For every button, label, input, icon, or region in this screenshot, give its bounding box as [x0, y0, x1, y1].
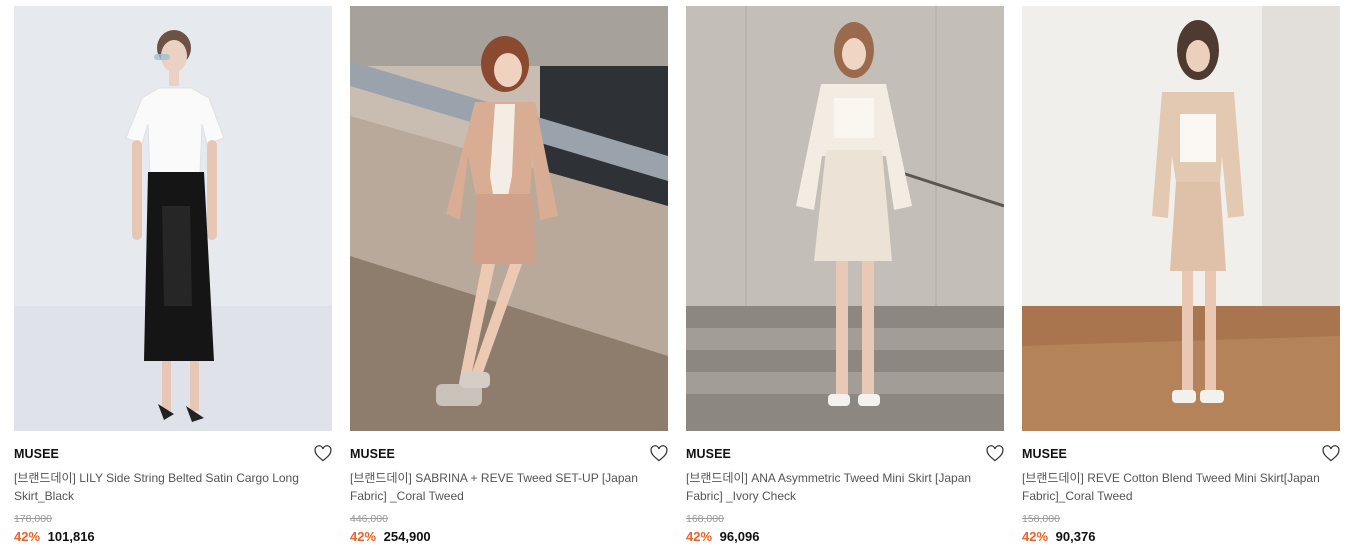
heart-outline-icon[interactable]	[314, 445, 332, 462]
heart-outline-icon[interactable]	[650, 445, 668, 462]
brand-name[interactable]: MUSEE	[1022, 447, 1067, 461]
discount-rate: 42%	[14, 529, 41, 544]
discount-rate: 42%	[686, 529, 713, 544]
product-image[interactable]	[1022, 6, 1340, 431]
product-image[interactable]	[14, 6, 332, 431]
brand-row: MUSEE	[350, 445, 668, 465]
price-row: 42% 90,376	[1022, 529, 1095, 544]
original-price: 446,000	[350, 513, 388, 525]
brand-name[interactable]: MUSEE	[350, 447, 395, 461]
product-card[interactable]: MUSEE [브랜드데이] SABRINA + REVE Tweed SET-U…	[350, 6, 668, 556]
product-grid: MUSEE [브랜드데이] LILY Side String Belted Sa…	[14, 6, 1340, 556]
product-title[interactable]: [브랜드데이] SABRINA + REVE Tweed SET-UP [Jap…	[350, 469, 662, 505]
brand-name[interactable]: MUSEE	[14, 447, 59, 461]
product-title[interactable]: [브랜드데이] LILY Side String Belted Satin Ca…	[14, 469, 326, 505]
brand-row: MUSEE	[1022, 445, 1340, 465]
original-price: 168,000	[686, 513, 724, 525]
discount-rate: 42%	[350, 529, 377, 544]
brand-row: MUSEE	[14, 445, 332, 465]
product-card[interactable]: MUSEE [브랜드데이] REVE Cotton Blend Tweed Mi…	[1022, 6, 1340, 556]
brand-row: MUSEE	[686, 445, 1004, 465]
sale-price: 254,900	[383, 529, 431, 544]
price-row: 42% 254,900	[350, 529, 431, 544]
product-card[interactable]: MUSEE [브랜드데이] LILY Side String Belted Sa…	[14, 6, 332, 556]
heart-outline-icon[interactable]	[1322, 445, 1340, 462]
product-image[interactable]	[350, 6, 668, 431]
sale-price: 101,816	[47, 529, 95, 544]
price-row: 42% 96,096	[686, 529, 759, 544]
discount-rate: 42%	[1022, 529, 1049, 544]
price-row: 42% 101,816	[14, 529, 95, 544]
product-card[interactable]: MUSEE [브랜드데이] ANA Asymmetric Tweed Mini …	[686, 6, 1004, 556]
product-title[interactable]: [브랜드데이] ANA Asymmetric Tweed Mini Skirt …	[686, 469, 998, 505]
brand-name[interactable]: MUSEE	[686, 447, 731, 461]
heart-outline-icon[interactable]	[986, 445, 1004, 462]
original-price: 178,000	[14, 513, 52, 525]
sale-price: 90,376	[1055, 529, 1096, 544]
product-image[interactable]	[686, 6, 1004, 431]
sale-price: 96,096	[719, 529, 760, 544]
product-title[interactable]: [브랜드데이] REVE Cotton Blend Tweed Mini Ski…	[1022, 469, 1334, 505]
original-price: 158,000	[1022, 513, 1060, 525]
